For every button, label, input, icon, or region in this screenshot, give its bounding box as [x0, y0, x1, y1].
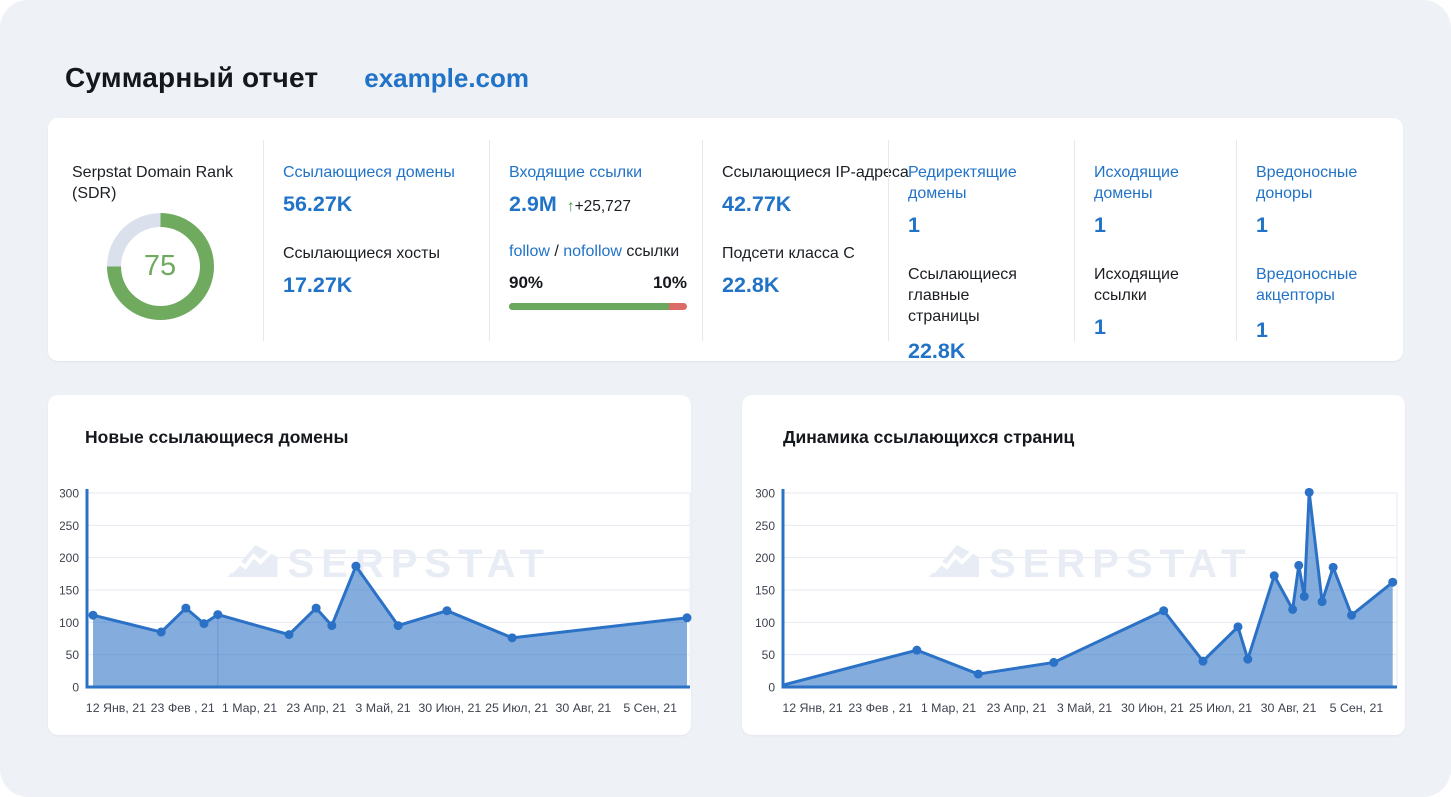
referring-main-pages-label: Ссылающиеся главные страницы	[908, 264, 1059, 327]
follow-separator: /	[550, 243, 563, 260]
chart-title-right: Динамика ссылающихся страниц	[783, 427, 1074, 448]
referring-hosts-value[interactable]: 17.27K	[283, 273, 474, 298]
inbound-links-link[interactable]: Входящие ссылки	[509, 162, 687, 183]
svg-text:30 Июн, 21: 30 Июн, 21	[418, 701, 481, 715]
redirecting-domains-value[interactable]: 1	[908, 213, 1059, 238]
svg-text:50: 50	[762, 648, 776, 662]
summary-report-page: Суммарный отчет example.com Serpstat Dom…	[0, 0, 1451, 797]
referring-hosts-label: Ссылающиеся хосты	[283, 243, 474, 264]
stat-col-sdr: Serpstat Domain Rank (SDR) 75	[48, 118, 264, 361]
svg-text:5 Сен, 21: 5 Сен, 21	[623, 701, 677, 715]
sdr-donut-chart: 75	[107, 213, 214, 320]
referring-pages-dynamics-chart-card: Динамика ссылающихся страниц SERPSTAT 0 50…	[742, 395, 1405, 735]
svg-text:0: 0	[768, 681, 775, 695]
svg-text:SERPSTAT: SERPSTAT	[989, 542, 1252, 586]
malicious-acceptors-link[interactable]: Вредоносные акцепторы	[1256, 264, 1387, 306]
svg-text:100: 100	[60, 616, 79, 630]
sdr-value: 75	[107, 213, 214, 320]
svg-text:25 Июл, 21: 25 Июл, 21	[485, 701, 548, 715]
svg-text:250: 250	[60, 519, 79, 533]
referring-ips-label: Ссылающиеся IP-адреса	[722, 162, 873, 183]
stat-col-referring-ips: Ссылающиеся IP-адреса 42.77K Подсети кла…	[703, 118, 889, 361]
svg-text:30 Авг, 21: 30 Авг, 21	[556, 701, 612, 715]
outgoing-domains-link[interactable]: Исходящие домены	[1094, 162, 1221, 204]
referring-main-pages-value[interactable]: 22.8K	[908, 339, 1059, 364]
page-header: Суммарный отчет example.com	[65, 62, 529, 94]
up-arrow-icon: ↑	[567, 198, 575, 215]
svg-text:23 Фев , 21: 23 Фев , 21	[848, 701, 912, 715]
follow-link[interactable]: follow	[509, 243, 550, 260]
inbound-links-value[interactable]: 2.9M	[509, 192, 557, 217]
svg-text:150: 150	[60, 584, 79, 598]
class-c-subnets-value[interactable]: 22.8K	[722, 273, 873, 298]
follow-percent: 90%	[509, 273, 543, 293]
svg-text:5 Сен, 21: 5 Сен, 21	[1330, 701, 1384, 715]
page-title: Суммарный отчет	[65, 62, 318, 94]
svg-text:23 Апр, 21: 23 Апр, 21	[987, 701, 1047, 715]
inbound-links-delta: ↑+25,727	[567, 198, 631, 216]
malicious-donors-value[interactable]: 1	[1256, 213, 1387, 238]
svg-text:12 Янв, 21: 12 Янв, 21	[86, 701, 146, 715]
svg-text:23 Фев , 21: 23 Фев , 21	[151, 701, 215, 715]
svg-text:25 Июл, 21: 25 Июл, 21	[1189, 701, 1252, 715]
stat-col-inbound-links: Входящие ссылки 2.9M ↑+25,727 follow / n…	[490, 118, 703, 361]
delta-value: +25,727	[575, 198, 631, 215]
links-suffix: ссылки	[622, 243, 679, 260]
domain-link[interactable]: example.com	[364, 63, 529, 94]
svg-text:1 Мар, 21: 1 Мар, 21	[222, 701, 277, 715]
follow-nofollow-label: follow / nofollow ссылки	[509, 243, 687, 261]
svg-text:3 Май, 21: 3 Май, 21	[355, 701, 410, 715]
malicious-acceptors-value[interactable]: 1	[1256, 318, 1387, 343]
follow-nofollow-bar	[509, 303, 687, 310]
nofollow-link[interactable]: nofollow	[563, 243, 622, 260]
new-referring-domains-chart-card: Новые ссылающиеся домены SERPSTAT 0 50 100 1…	[48, 395, 691, 735]
stat-col-malicious: Вредоносные доноры 1 Вредоносные акцепто…	[1237, 118, 1403, 361]
chart-canvas-left[interactable]: SERPSTAT 0 50 100 150 200 250 300 12 Янв, 21 23 Ф…	[60, 483, 694, 727]
class-c-subnets-label: Подсети класса C	[722, 243, 873, 264]
svg-text:12 Янв, 21: 12 Янв, 21	[782, 701, 842, 715]
redirecting-domains-link[interactable]: Редиректящие домены	[908, 162, 1059, 204]
svg-text:300: 300	[756, 487, 775, 501]
summary-stats-card: Serpstat Domain Rank (SDR) 75 Ссылающиес…	[48, 118, 1403, 361]
svg-text:250: 250	[756, 519, 775, 533]
stat-col-outgoing-domains: Исходящие домены 1 Исходящие ссылки 1	[1075, 118, 1237, 361]
svg-text:200: 200	[756, 551, 775, 565]
svg-text:SERPSTAT: SERPSTAT	[288, 542, 551, 586]
stat-col-referring-domains: Ссылающиеся домены 56.27K Ссылающиеся хо…	[264, 118, 490, 361]
svg-text:300: 300	[60, 487, 79, 501]
nofollow-percent: 10%	[653, 273, 687, 293]
outgoing-links-label: Исходящие ссылки	[1094, 264, 1221, 306]
svg-text:150: 150	[756, 584, 775, 598]
malicious-donors-link[interactable]: Вредоносные доноры	[1256, 162, 1387, 204]
svg-text:50: 50	[66, 648, 80, 662]
svg-text:0: 0	[72, 681, 79, 695]
svg-text:23 Апр, 21: 23 Апр, 21	[286, 701, 346, 715]
svg-text:200: 200	[60, 551, 79, 565]
referring-domains-link[interactable]: Ссылающиеся домены	[283, 162, 474, 183]
follow-bar-fill	[509, 303, 669, 310]
outgoing-links-value[interactable]: 1	[1094, 315, 1221, 340]
svg-text:3 Май, 21: 3 Май, 21	[1057, 701, 1112, 715]
svg-text:30 Авг, 21: 30 Авг, 21	[1261, 701, 1317, 715]
chart-canvas-right[interactable]: SERPSTAT 0 50 100 150 200 250 300 12 Янв, 21 23 Ф…	[756, 483, 1401, 727]
outgoing-domains-value[interactable]: 1	[1094, 213, 1221, 238]
svg-text:30 Июн, 21: 30 Июн, 21	[1121, 701, 1184, 715]
referring-domains-value[interactable]: 56.27K	[283, 192, 474, 217]
sdr-label: Serpstat Domain Rank (SDR)	[72, 162, 248, 204]
stat-col-redirecting-domains: Редиректящие домены 1 Ссылающиеся главны…	[889, 118, 1075, 361]
chart-title-left: Новые ссылающиеся домены	[85, 427, 348, 448]
svg-text:100: 100	[756, 616, 775, 630]
referring-ips-value[interactable]: 42.77K	[722, 192, 873, 217]
svg-text:1 Мар, 21: 1 Мар, 21	[921, 701, 976, 715]
